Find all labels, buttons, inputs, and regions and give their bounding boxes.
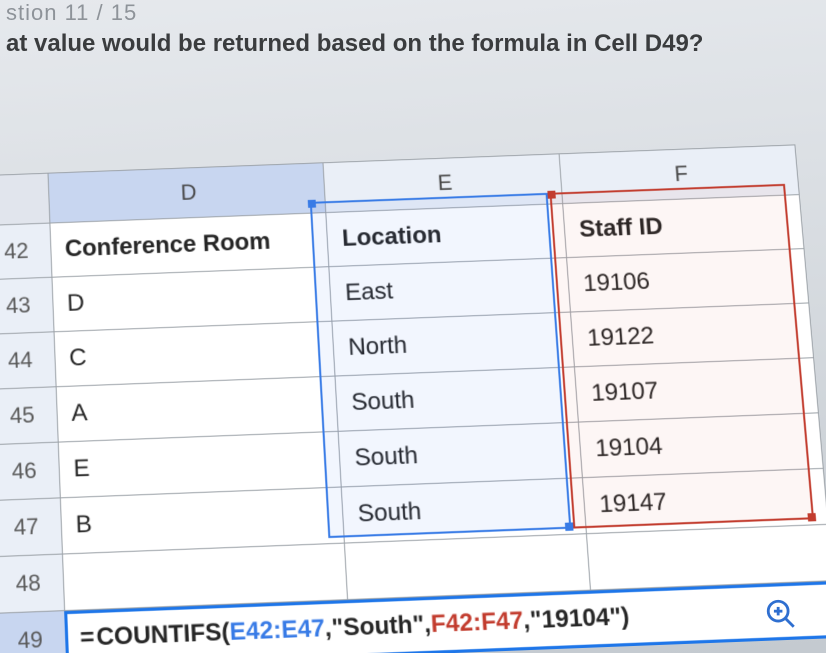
rownum-48[interactable]: 48 — [0, 554, 64, 613]
col-header-e[interactable]: E — [323, 154, 563, 213]
cell-e42[interactable]: Location — [326, 204, 567, 267]
cell-e45[interactable]: South — [335, 367, 578, 431]
cell-e48[interactable] — [345, 534, 591, 600]
formula: =COUNTIFS(E42:E47,"South",F42:F47,"19104… — [79, 603, 630, 652]
cell-e44[interactable]: North — [332, 312, 574, 376]
cell-f46[interactable]: 19104 — [579, 413, 824, 478]
formula-crit2: "19104" — [529, 603, 622, 634]
spreadsheet: D E F 42 Conference Room Location Staff … — [0, 144, 826, 653]
formula-eq: = — [79, 623, 94, 652]
question-counter: stion 11 / 15 — [0, 0, 143, 26]
formula-crit1: "South" — [331, 611, 425, 643]
col-header-f[interactable]: F — [559, 145, 799, 204]
cell-f43[interactable]: 19106 — [567, 249, 809, 312]
page-root: stion 11 / 15 at value would be returned… — [0, 0, 826, 653]
rownum-43[interactable]: 43 — [0, 277, 54, 334]
formula-range-e: E42:E47 — [229, 614, 326, 646]
rownum-44[interactable]: 44 — [0, 332, 56, 390]
formula-fn: COUNTIFS — [96, 618, 222, 651]
cell-e43[interactable]: East — [329, 258, 571, 322]
rownum-46[interactable]: 46 — [0, 442, 60, 501]
cell-f45[interactable]: 19107 — [575, 358, 819, 422]
cell-e46[interactable]: South — [339, 422, 583, 487]
rownum-42[interactable]: 42 — [0, 223, 52, 280]
corner-cell — [0, 173, 49, 226]
cell-f42[interactable]: Staff ID — [563, 195, 804, 258]
cell-f47[interactable]: 19147 — [583, 468, 826, 533]
magnify-icon[interactable] — [764, 597, 798, 631]
formula-range-f: F42:F47 — [430, 607, 524, 639]
cell-f48[interactable] — [587, 524, 826, 590]
rownum-45[interactable]: 45 — [0, 387, 58, 445]
cell-f44[interactable]: 19122 — [571, 303, 814, 367]
rownum-47[interactable]: 47 — [0, 498, 62, 557]
question-text: at value would be returned based on the … — [0, 30, 709, 58]
formula-close: ) — [620, 603, 630, 631]
cell-e47[interactable]: South — [342, 478, 587, 543]
spreadsheet-table: D E F 42 Conference Room Location Staff … — [0, 144, 826, 653]
rownum-49[interactable]: 49 — [0, 611, 66, 653]
